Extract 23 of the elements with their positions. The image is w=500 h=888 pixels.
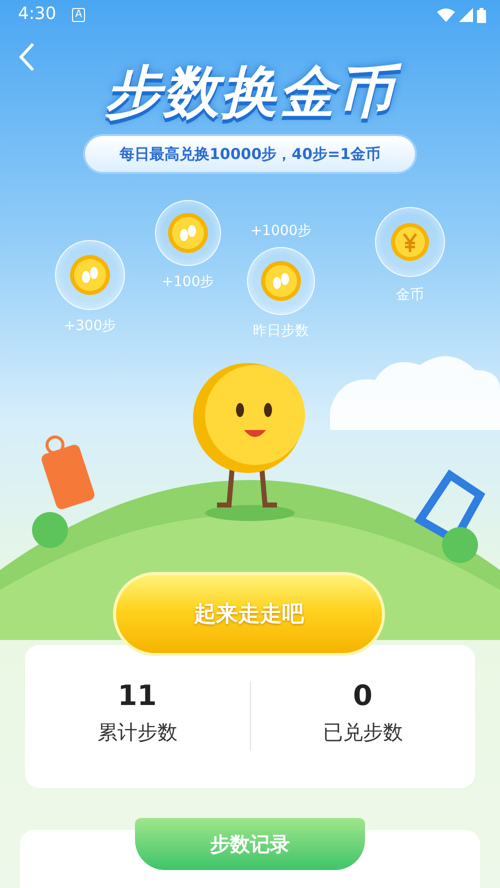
- stat-label: 累计步数: [97, 719, 178, 746]
- footprint-coin-icon: [168, 213, 208, 253]
- back-icon[interactable]: [18, 42, 36, 72]
- notification-badge: A: [72, 8, 86, 22]
- bubble-label: 昨日步数: [253, 322, 309, 341]
- step-records-tab[interactable]: 步数记录: [135, 818, 365, 870]
- yen-coin-icon: [391, 223, 429, 261]
- bubble-label: +1000步: [250, 222, 312, 241]
- signal-icon: [459, 8, 473, 22]
- stat-value: 11: [118, 679, 157, 713]
- walk-button[interactable]: 起来走走吧: [113, 572, 385, 656]
- stat-value: 0: [353, 679, 372, 713]
- wifi-icon: [437, 8, 455, 22]
- footprint-coin-icon: [70, 255, 110, 295]
- exchange-rule-banner: 每日最高兑换10000步，40步=1金币: [83, 134, 417, 174]
- stat-label: 已兑步数: [322, 719, 403, 746]
- bubble-label: 金币: [396, 286, 424, 305]
- page-title: 步数换金币: [60, 58, 440, 128]
- status-time: 4:30: [18, 3, 56, 26]
- bubble-label: +100步: [162, 273, 214, 292]
- footprint-coin-icon: [261, 261, 301, 301]
- battery-icon: [477, 8, 486, 22]
- bubble-label: +300步: [64, 317, 116, 336]
